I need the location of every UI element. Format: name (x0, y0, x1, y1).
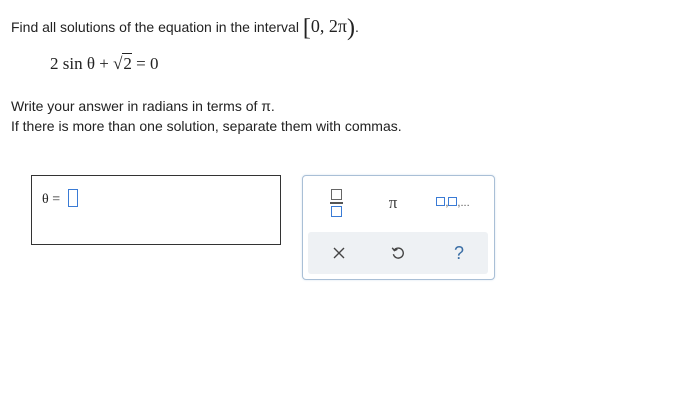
instruction-line-2: If there is more than one solution, sepa… (11, 118, 402, 134)
list-button[interactable]: ,,... (431, 188, 475, 218)
help-button[interactable]: ? (444, 238, 474, 268)
interval-open-bracket: [ (302, 15, 311, 41)
equation: 2 sin θ + √2 = 0 (50, 53, 159, 74)
list-icon: ,,... (436, 197, 470, 209)
pi-button[interactable]: π (378, 188, 408, 218)
instruction-line-1: Write your answer in radians in terms of… (11, 98, 275, 114)
answer-input-field[interactable] (67, 189, 78, 207)
equation-left: 2 sin θ + (50, 54, 114, 73)
clear-button[interactable] (324, 238, 354, 268)
sqrt-argument: 2 (122, 53, 132, 73)
undo-button[interactable] (383, 238, 413, 268)
fraction-button[interactable] (321, 188, 351, 218)
question-prompt: Find all solutions of the equation in th… (11, 15, 359, 42)
math-toolbox: π ,,... ? (302, 175, 495, 280)
pi-icon: π (388, 193, 398, 212)
interval: [0, 2π) (303, 15, 355, 41)
answer-box[interactable]: θ = (31, 175, 281, 245)
close-icon (333, 247, 345, 259)
undo-icon (391, 247, 404, 259)
action-bar: ? (308, 232, 488, 274)
answer-variable: θ (42, 192, 49, 207)
fraction-icon (329, 189, 343, 217)
help-icon: ? (453, 242, 464, 263)
instructions: Write your answer in radians in terms of… (11, 96, 402, 136)
prompt-period: . (354, 19, 359, 35)
equation-right: = 0 (131, 54, 159, 73)
prompt-text: Find all solutions of the equation in th… (11, 19, 299, 35)
interval-values: 0, 2π (310, 16, 347, 36)
answer-equals: = (52, 192, 61, 207)
interval-close-paren: ) (346, 15, 355, 41)
answer-line: θ = (42, 189, 78, 208)
